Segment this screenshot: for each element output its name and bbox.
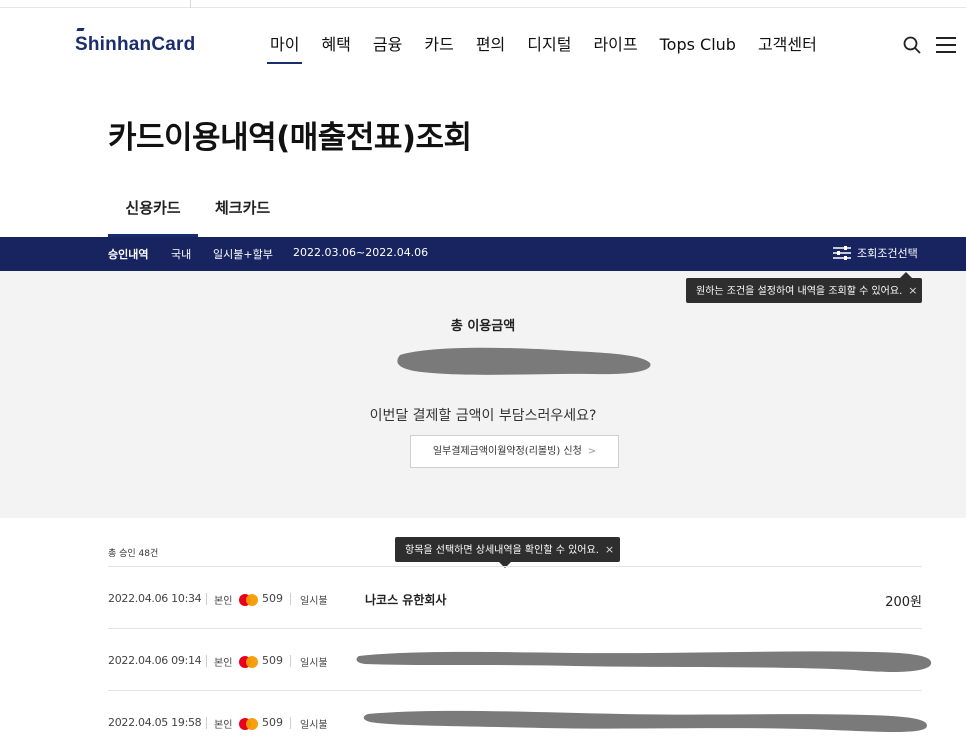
redacted-merchant-and-amount xyxy=(356,651,932,672)
top-strip-divider xyxy=(190,0,191,8)
row-amount: 200원 xyxy=(885,595,922,610)
list-tooltip: 항목을 선택하면 상세내역을 확인할 수 있어요. × xyxy=(395,537,620,568)
row-datetime: 2022.04.06 10:34 xyxy=(108,592,202,605)
row-owner: 본인 xyxy=(214,658,233,669)
row-owner: 본인 xyxy=(214,720,233,731)
close-icon[interactable]: × xyxy=(908,284,917,297)
mastercard-icon xyxy=(239,718,258,730)
filter-type: 승인내역 xyxy=(108,248,149,261)
filter-tooltip-text: 원하는 조건을 설정하여 내역을 조회할 수 있어요. xyxy=(696,286,903,297)
nav-item-benefits[interactable]: 혜택 xyxy=(321,34,350,64)
row-datetime: 2022.04.06 09:14 xyxy=(108,654,202,667)
filter-condition-label: 조회조건선택 xyxy=(857,247,918,260)
nav-item-card[interactable]: 카드 xyxy=(424,34,453,64)
shinhancard-logo[interactable]: ShinhanCard xyxy=(75,28,196,56)
tab-check-card[interactable]: 체크카드 xyxy=(215,196,270,237)
redacted-merchant-and-amount xyxy=(363,710,927,732)
logo-accent-mark xyxy=(76,28,85,31)
row-separator xyxy=(206,593,207,605)
nav-item-digital[interactable]: 디지털 xyxy=(527,34,571,64)
filter-summary-bar: 승인내역 국내 일시불+할부 2022.03.06~2022.04.06 조회조… xyxy=(0,237,966,271)
filter-region: 국내 xyxy=(171,248,192,261)
summary-panel: 총 이용금액 이번달 결제할 금액이 부담스러우세요? 일부결제금액이월약정(리… xyxy=(0,271,966,518)
redacted-total-amount xyxy=(397,347,651,375)
logo-text: ShinhanCard xyxy=(75,34,196,55)
filter-icon xyxy=(833,246,851,260)
list-tooltip-text: 항목을 선택하면 상세내역을 확인할 수 있어요. xyxy=(405,545,599,556)
nav-item-finance[interactable]: 금융 xyxy=(373,34,402,64)
row-card-last-digits: 509 xyxy=(262,592,283,605)
top-strip xyxy=(0,0,966,8)
mastercard-icon xyxy=(239,656,258,668)
nav-item-convenience[interactable]: 편의 xyxy=(476,34,505,64)
list-divider xyxy=(108,566,922,567)
row-owner: 본인 xyxy=(214,596,233,607)
menu-icon[interactable] xyxy=(936,37,956,53)
nav-item-life[interactable]: 라이프 xyxy=(593,34,637,64)
chevron-right-icon: > xyxy=(587,446,597,457)
row-card-last-digits: 509 xyxy=(262,716,283,729)
row-pay-type: 일시불 xyxy=(300,596,328,607)
row-separator xyxy=(290,717,291,729)
row-separator xyxy=(290,655,291,667)
table-row[interactable]: 2022.04.06 10:34 본인 509 일시불 나코스 유한회사 200… xyxy=(108,588,922,612)
row-pay-type: 일시불 xyxy=(300,658,328,669)
total-approval-count: 총 승인 48건 xyxy=(108,549,159,559)
total-amount-label: 총 이용금액 xyxy=(450,319,516,334)
page-title: 카드이용내역(매출전표)조회 xyxy=(108,120,472,156)
mastercard-icon xyxy=(239,594,258,606)
filter-payment: 일시불+할부 xyxy=(213,248,273,261)
row-pay-type: 일시불 xyxy=(300,720,328,731)
close-icon[interactable]: × xyxy=(605,543,614,556)
filter-tooltip: 원하는 조건을 설정하여 내역을 조회할 수 있어요. × xyxy=(686,272,922,303)
row-merchant: 나코스 유한회사 xyxy=(365,593,447,607)
filter-condition-button[interactable]: 조회조건선택 xyxy=(833,245,918,261)
row-separator xyxy=(206,655,207,667)
nav-item-customer-center[interactable]: 고객센터 xyxy=(758,34,817,64)
row-separator xyxy=(206,717,207,729)
nav-item-my[interactable]: 마이 xyxy=(266,34,303,64)
main-nav: 마이 혜택 금융 카드 편의 디지털 라이프 Tops Club 고객센터 xyxy=(266,34,839,64)
list-divider xyxy=(108,628,922,629)
nav-item-tops-club[interactable]: Tops Club xyxy=(660,34,736,64)
filter-period: 2022.03.06~2022.04.06 xyxy=(293,246,429,259)
list-divider xyxy=(108,690,922,691)
row-card-last-digits: 509 xyxy=(262,654,283,667)
revolving-apply-button[interactable]: 일부결제금액이월약정(리볼빙) 신청 > xyxy=(410,435,619,468)
row-datetime: 2022.04.05 19:58 xyxy=(108,716,202,729)
row-separator xyxy=(290,593,291,605)
search-icon[interactable] xyxy=(903,36,921,54)
revolving-question: 이번달 결제할 금액이 부담스러우세요? xyxy=(369,408,597,424)
revolving-apply-label: 일부결제금액이월약정(리볼빙) 신청 xyxy=(432,446,582,457)
site-header: ShinhanCard 마이 혜택 금융 카드 편의 디지털 라이프 Tops … xyxy=(0,20,966,72)
tab-credit-card[interactable]: 신용카드 xyxy=(108,196,198,237)
